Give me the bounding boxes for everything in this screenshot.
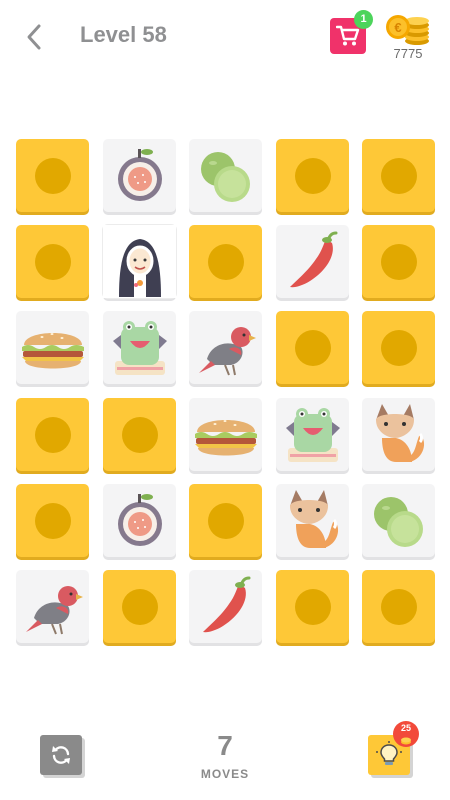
moves-label: MOVES (200, 767, 250, 781)
cart-badge: 1 (354, 10, 373, 29)
memory-board (16, 139, 436, 649)
coin-count: 7775 (393, 46, 423, 61)
level-title: Level 58 (80, 22, 167, 47)
restart-button[interactable] (40, 735, 82, 775)
monster-icon (112, 321, 167, 376)
card-burger[interactable] (16, 311, 89, 385)
svg-text:€: € (394, 20, 401, 35)
hint-count-badge: 25 (393, 721, 419, 747)
card-back-dot (208, 502, 244, 539)
card-back-dot (35, 158, 71, 194)
hint-count: 25 (400, 723, 411, 733)
moves-count: 7 (217, 730, 233, 761)
card-burger[interactable] (189, 397, 262, 471)
card-back-dot (294, 589, 331, 625)
card-lime[interactable] (362, 483, 435, 557)
lime-icon (374, 496, 423, 547)
restart-icon (52, 746, 70, 764)
card-face-down[interactable] (275, 311, 349, 385)
monster-icon (285, 407, 340, 462)
card-lime[interactable] (189, 139, 262, 212)
card-face-down[interactable] (16, 397, 89, 471)
card-face-down[interactable] (16, 225, 89, 299)
fig-icon (117, 149, 162, 201)
card-back-dot (35, 502, 71, 539)
card-bird[interactable] (16, 570, 89, 643)
burger-icon (22, 333, 84, 369)
card-back-dot (294, 330, 331, 367)
card-fig[interactable] (102, 483, 176, 557)
card-fig[interactable] (102, 139, 176, 212)
card-face-down[interactable] (102, 570, 176, 643)
card-nun[interactable] (102, 225, 176, 299)
card-face-down[interactable] (275, 139, 349, 212)
card-back-dot (121, 416, 158, 453)
card-face-down[interactable] (16, 139, 89, 212)
card-back-dot (381, 158, 417, 194)
card-fox[interactable] (275, 483, 349, 557)
card-back-dot (35, 244, 71, 281)
card-face-down[interactable] (362, 225, 435, 299)
fig-icon (117, 493, 162, 546)
card-back-dot (35, 416, 71, 453)
card-chili[interactable] (189, 570, 262, 643)
card-face-down[interactable] (275, 570, 349, 643)
lime-icon (201, 152, 250, 202)
fox-icon (289, 489, 338, 548)
card-face-down[interactable] (16, 483, 89, 557)
burger-icon (195, 419, 257, 456)
card-face-down[interactable] (362, 311, 435, 385)
card-bird[interactable] (189, 311, 262, 385)
card-face-down[interactable] (189, 225, 262, 299)
chili-icon (203, 576, 251, 633)
card-back-dot (381, 244, 417, 281)
card-monster[interactable] (275, 397, 349, 471)
card-back-dot (381, 589, 417, 625)
chili-icon (289, 231, 337, 288)
coins-icon[interactable]: € (384, 8, 434, 48)
card-back-dot (208, 244, 244, 281)
card-face-down[interactable] (362, 139, 435, 212)
card-chili[interactable] (275, 225, 349, 299)
card-back-dot (381, 330, 417, 367)
card-monster[interactable] (102, 311, 176, 385)
back-arrow-icon[interactable] (18, 20, 52, 54)
top-bar: Level 58 1 € 7775 (0, 0, 450, 90)
card-face-down[interactable] (189, 483, 262, 557)
coin-stack-icon (401, 737, 411, 745)
fox-icon (376, 403, 425, 462)
card-fox[interactable] (362, 397, 435, 471)
bird-icon (199, 327, 256, 376)
cart-icon (336, 25, 360, 46)
nun-icon (102, 225, 176, 299)
card-face-down[interactable] (102, 397, 176, 471)
card-back-dot (121, 589, 158, 625)
bird-icon (26, 586, 83, 635)
card-face-down[interactable] (362, 570, 435, 643)
card-back-dot (294, 158, 331, 194)
